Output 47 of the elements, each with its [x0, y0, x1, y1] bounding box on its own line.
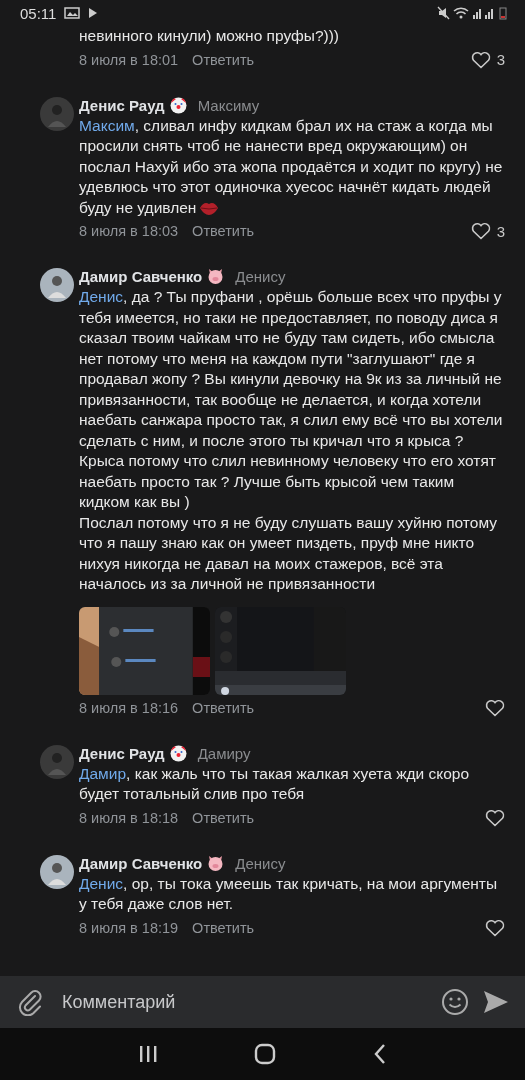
emoji-icon[interactable] — [441, 988, 469, 1016]
like-button[interactable] — [485, 808, 505, 827]
comment-date: 8 июля в 18:01 — [79, 51, 179, 68]
avatar[interactable] — [40, 268, 74, 302]
status-time: 05:11 — [20, 4, 57, 22]
send-icon[interactable] — [483, 990, 509, 1014]
play-icon — [88, 7, 99, 19]
comment-text: Денис, ор, ты тока умеешь так кричать, на мои аргументы у тебя даже слов нет. — [79, 873, 499, 914]
comment-date: 8 июля в 18:16 — [79, 699, 179, 716]
recent-apps-icon[interactable] — [138, 1045, 159, 1063]
avatar[interactable] — [40, 854, 74, 889]
like-button[interactable]: 3 — [470, 50, 505, 69]
pig-emoji-icon — [207, 854, 225, 872]
author-name[interactable]: Денис Рауд — [79, 96, 165, 114]
reply-button[interactable]: Ответить — [192, 809, 255, 826]
clown-emoji-icon — [169, 744, 187, 762]
comment-text: Денис, да ? Ты пруфани , орёшь больше всех что пруфы у тебя имеется, но таки не предоставляет, по поводу диса я сказал твоим чайкам что не буду там сидеть, ибо смысла нет потому что меня на каждом пути "заглушают" где я продавал жопу ? Вы кинули девочку на 9к из за личный не привязанности, так вообще не делается, и когда хотели наебать санжара просто так, я слил ему всё что вы хотели сделать с ним, и после этого ты кричал что я крыса ? Крыса потому что слил невинному человеку что его хотят наебать просто так ? Лучше быть крысой чем таким кидком как вы ) Послал потому что я не буду слушать вашу хуйню потому что я пашу знаю как он умеет пиздеть, пруф мне никто нихуя никогда не давал на моих стажеров, всё эта началось из за личной не привязанности — [79, 287, 504, 594]
pig-emoji-icon — [207, 268, 225, 285]
comment-date: 8 июля в 18:03 — [79, 223, 179, 239]
like-button[interactable] — [485, 918, 505, 937]
comment-text: невинного кинули) можно пруфы?))) — [79, 26, 340, 46]
reply-recipient: Денису — [235, 854, 286, 872]
comment-text: Максим, сливал инфу кидкам брал их на стаж а когда мы просили снять чтоб не нанести вред окружающим) он послал Нахуй ибо эта жопа продаётся и ходит по кругу) не удевлюсь что этот одиночка хуесос начнёт кидать людей буду не удивлен — [79, 115, 504, 218]
reply-recipient: Дамиру — [197, 744, 251, 762]
comment-field[interactable]: Комментарий — [0, 976, 525, 1028]
reply-button[interactable]: Ответить — [192, 223, 255, 239]
back-icon[interactable] — [372, 1043, 387, 1065]
like-button[interactable] — [485, 698, 505, 717]
attach-icon[interactable] — [18, 988, 44, 1016]
clown-emoji-icon — [169, 96, 187, 114]
mention-link[interactable]: Максим — [79, 116, 135, 134]
gallery-icon — [64, 7, 81, 19]
reply-recipient: Максиму — [197, 96, 260, 114]
reply-button[interactable]: Ответить — [192, 919, 255, 936]
author-name[interactable]: Дамир Савченко — [79, 854, 203, 872]
comment-date: 8 июля в 18:18 — [79, 809, 179, 826]
lips-emoji-icon — [199, 200, 220, 215]
reply-recipient: Денису — [235, 268, 286, 285]
author-name[interactable]: Денис Рауд — [79, 744, 165, 762]
author-name[interactable]: Дамир Савченко — [79, 268, 203, 285]
status-icons-drawing — [437, 6, 509, 20]
comment-text: Дамир, как жаль что ты такая жалкая хуета жди скоро будет тотальный слив про тебя — [79, 763, 471, 804]
reply-button[interactable]: Ответить — [192, 699, 255, 716]
comment-input[interactable]: Комментарий — [58, 985, 427, 1019]
reply-button[interactable]: Ответить — [192, 51, 255, 68]
home-icon[interactable] — [254, 1043, 277, 1065]
comment-date: 8 июля в 18:19 — [79, 919, 179, 936]
